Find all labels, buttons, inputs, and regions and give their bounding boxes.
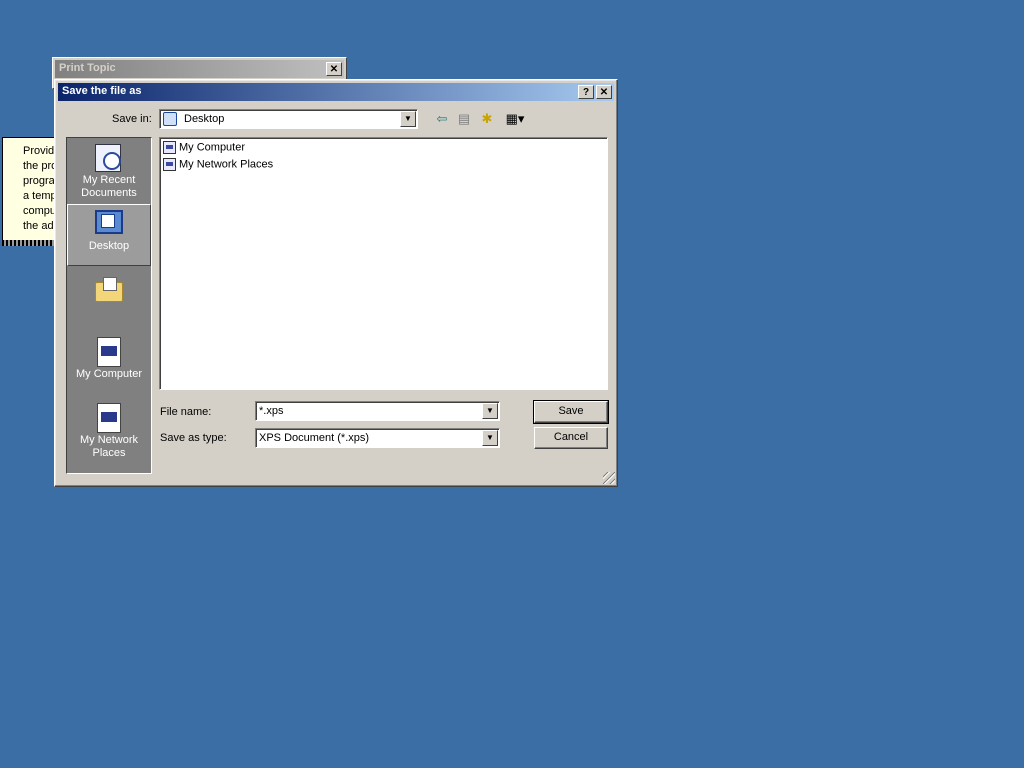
- place-my-computer[interactable]: My Computer: [67, 334, 151, 394]
- file-list[interactable]: My Computer My Network Places: [159, 137, 608, 390]
- help-popup-shadow: [2, 240, 54, 246]
- views-menu-button[interactable]: ▦▾: [502, 111, 528, 127]
- list-item-my-network-places[interactable]: My Network Places: [163, 158, 273, 174]
- my-computer-icon: [163, 141, 176, 154]
- back-button[interactable]: ⇦: [433, 111, 451, 127]
- up-one-level-button[interactable]: ▤: [455, 111, 473, 127]
- place-label: Desktop: [88, 240, 130, 252]
- up-folder-icon: ▤: [457, 111, 471, 126]
- desktop-icon: [93, 208, 125, 240]
- save-in-value: Desktop: [184, 113, 225, 125]
- save-file-dialog: Save the file as ? ✕ Save in: Desktop ▼ …: [54, 79, 618, 487]
- cancel-button[interactable]: Cancel: [534, 427, 608, 449]
- place-label: My Recent Documents: [81, 174, 137, 199]
- save-in-dropdown-button[interactable]: ▼: [400, 111, 416, 127]
- back-arrow-icon: ⇦: [436, 111, 448, 126]
- chevron-down-icon: ▼: [486, 406, 494, 415]
- save-in-label: Save in:: [112, 113, 152, 125]
- place-my-recent-documents[interactable]: My Recent Documents: [67, 140, 151, 202]
- file-name-label: File name:: [160, 406, 212, 418]
- my-documents-folder-icon: [93, 274, 125, 306]
- my-network-places-icon: [163, 158, 176, 171]
- save-as-type-dropdown[interactable]: XPS Document (*.xps) ▼: [255, 428, 500, 448]
- resize-grip[interactable]: [603, 472, 615, 484]
- print-topic-close-button[interactable]: ✕: [326, 62, 342, 76]
- close-icon: ✕: [329, 64, 339, 75]
- help-button[interactable]: ?: [578, 85, 594, 99]
- dialog-titlebar: Save the file as ? ✕: [58, 83, 614, 101]
- new-folder-icon: ✱: [481, 111, 493, 126]
- place-my-network-places[interactable]: My Network Places: [67, 400, 151, 470]
- save-button[interactable]: Save: [533, 400, 609, 424]
- question-mark-icon: ?: [582, 87, 590, 98]
- place-my-documents[interactable]: [67, 270, 151, 330]
- places-bar: My Recent Documents Desktop My Computer: [66, 137, 152, 474]
- list-item-my-computer[interactable]: My Computer: [163, 141, 245, 157]
- my-computer-icon: [93, 336, 125, 368]
- desktop-icon: [163, 112, 177, 126]
- save-as-type-dropdown-button[interactable]: ▼: [482, 430, 498, 446]
- list-item-label: My Network Places: [179, 158, 274, 171]
- place-label: My Computer: [75, 368, 143, 380]
- file-name-dropdown-button[interactable]: ▼: [482, 403, 498, 419]
- dialog-title: Save the file as: [62, 85, 142, 97]
- place-desktop[interactable]: Desktop: [67, 204, 151, 266]
- file-name-value: *.xps: [259, 405, 284, 417]
- new-folder-button[interactable]: ✱: [478, 111, 496, 127]
- my-network-places-icon: [93, 402, 125, 434]
- save-as-type-label: Save as type:: [160, 432, 227, 444]
- close-icon: ✕: [599, 87, 609, 98]
- views-icon: ▦▾: [505, 111, 525, 126]
- list-item-label: My Computer: [179, 141, 246, 154]
- place-label: My Network Places: [79, 434, 139, 459]
- dialog-close-button[interactable]: ✕: [596, 85, 612, 99]
- recent-documents-icon: [93, 142, 125, 174]
- chevron-down-icon: ▼: [404, 114, 412, 123]
- file-name-field[interactable]: *.xps ▼: [255, 401, 500, 421]
- save-in-dropdown[interactable]: Desktop ▼: [159, 109, 418, 129]
- save-as-type-value: XPS Document (*.xps): [259, 432, 370, 444]
- chevron-down-icon: ▼: [486, 433, 494, 442]
- print-topic-title: Print Topic: [59, 62, 116, 74]
- print-topic-titlebar: Print Topic ✕: [55, 60, 344, 78]
